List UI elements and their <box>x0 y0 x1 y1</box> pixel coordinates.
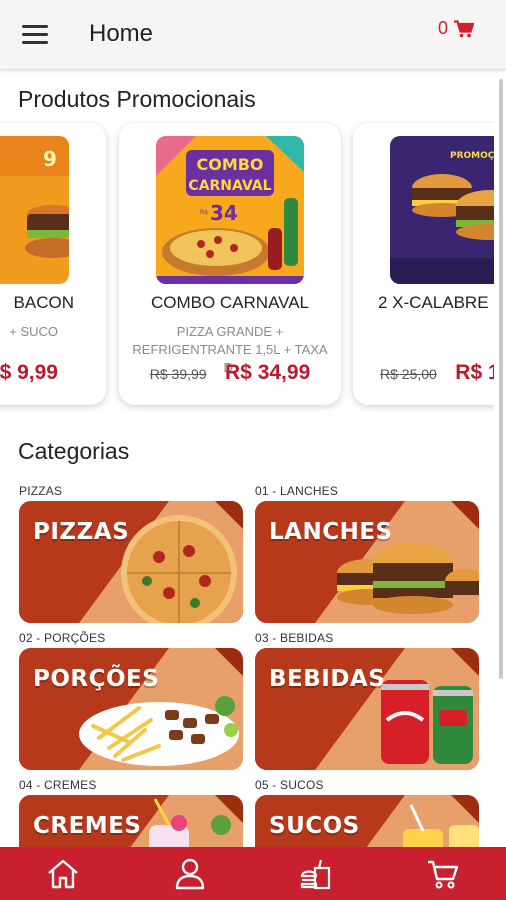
promo-description: + SUCO <box>9 324 58 339</box>
promo-image-burger: PROMOÇÃO R$ 19 <box>390 136 494 284</box>
category-label: PIZZAS <box>19 484 63 498</box>
nav-profile[interactable] <box>127 847 254 900</box>
category-tile-lanches[interactable]: LANCHES <box>255 501 479 623</box>
promo-name: BACON <box>13 293 74 312</box>
combo-price-prefix: R$ <box>200 209 208 216</box>
promo-tag: PROMOÇÃO <box>450 150 494 161</box>
category-banner: LANCHES <box>269 519 393 545</box>
promo-price: R$ 1 <box>455 361 494 384</box>
category-tile-bebidas[interactable]: BEBIDAS <box>255 648 479 770</box>
cart-count: 0 <box>437 18 448 38</box>
promo-prices: R$ 9,99 <box>0 361 58 385</box>
promo-card-combo-carnaval[interactable]: COMBO CARNAVAL R$ 34 COMBO CARNAVAL PIZZ… <box>119 123 341 405</box>
nav-menu[interactable] <box>253 847 380 900</box>
category-label: 03 - BEBIDAS <box>255 631 334 645</box>
promo-price: R$ 9,99 <box>0 361 58 384</box>
promo-card-bacon[interactable]: 9 BACON + SUCO R$ 9,99 <box>0 123 106 405</box>
user-icon <box>175 858 204 889</box>
promo-prices: R$ 25,00 R$ 1 <box>380 361 494 385</box>
promo-image-combo: COMBO CARNAVAL R$ 34 <box>156 136 304 284</box>
category-label: 05 - SUCOS <box>255 778 324 792</box>
category-label: 01 - LANCHES <box>255 484 339 498</box>
nav-cart[interactable] <box>380 847 506 900</box>
category-tile-sucos[interactable]: SUCOS <box>255 795 479 847</box>
combo-banner-line2: CARNAVAL <box>188 178 271 194</box>
promo-old-price: R$ 25,00 <box>380 366 437 382</box>
combo-banner-line1: COMBO <box>196 155 263 174</box>
combo-price: 34 <box>210 201 238 225</box>
home-icon <box>48 859 79 888</box>
category-banner: BEBIDAS <box>269 666 386 692</box>
category-label: 04 - CREMES <box>19 778 97 792</box>
main-content[interactable]: Produtos Promocionais 9 BACON + SUCO R$ <box>0 71 506 847</box>
category-tile-porcoes[interactable]: PORÇÕES <box>19 648 243 770</box>
promo-price: R$ 34,99 <box>225 361 311 384</box>
cart-button[interactable]: 0 <box>438 18 474 39</box>
category-banner: CREMES <box>33 813 142 839</box>
bottom-navigation <box>0 847 506 900</box>
category-banner: PORÇÕES <box>33 666 160 692</box>
category-banner: SUCOS <box>269 813 360 839</box>
category-tile-pizzas[interactable]: PIZZAS <box>19 501 243 623</box>
nav-home[interactable] <box>0 847 127 900</box>
svg-text:9: 9 <box>43 147 57 171</box>
category-tile-cremes[interactable]: CREMES <box>19 795 243 847</box>
app-bar: Home 0 <box>0 0 506 70</box>
cart-icon <box>427 860 458 888</box>
food-icon <box>301 859 331 889</box>
promo-image-bacon: 9 <box>0 136 69 284</box>
promo-prices: R$ 39,99 R$ 34,99 <box>119 361 341 385</box>
promo-old-price: R$ 39,99 <box>149 366 207 382</box>
promo-name: 2 X-CALABRE <box>378 293 489 312</box>
menu-icon[interactable] <box>22 25 48 45</box>
page-title: Home <box>89 20 154 47</box>
promotions-title: Produtos Promocionais <box>18 86 256 112</box>
cart-icon <box>454 19 474 37</box>
categories-title: Categorias <box>18 438 130 464</box>
promo-card-x-calabresa[interactable]: PROMOÇÃO R$ 19 2 X-CALABRE R$ 25,00 <box>353 123 494 405</box>
scrollbar[interactable] <box>499 79 503 679</box>
category-banner: PIZZAS <box>33 519 130 545</box>
category-label: 02 - PORÇÕES <box>19 631 106 645</box>
promo-carousel[interactable]: 9 BACON + SUCO R$ 9,99 <box>0 121 494 411</box>
promo-name: COMBO CARNAVAL <box>150 293 310 312</box>
